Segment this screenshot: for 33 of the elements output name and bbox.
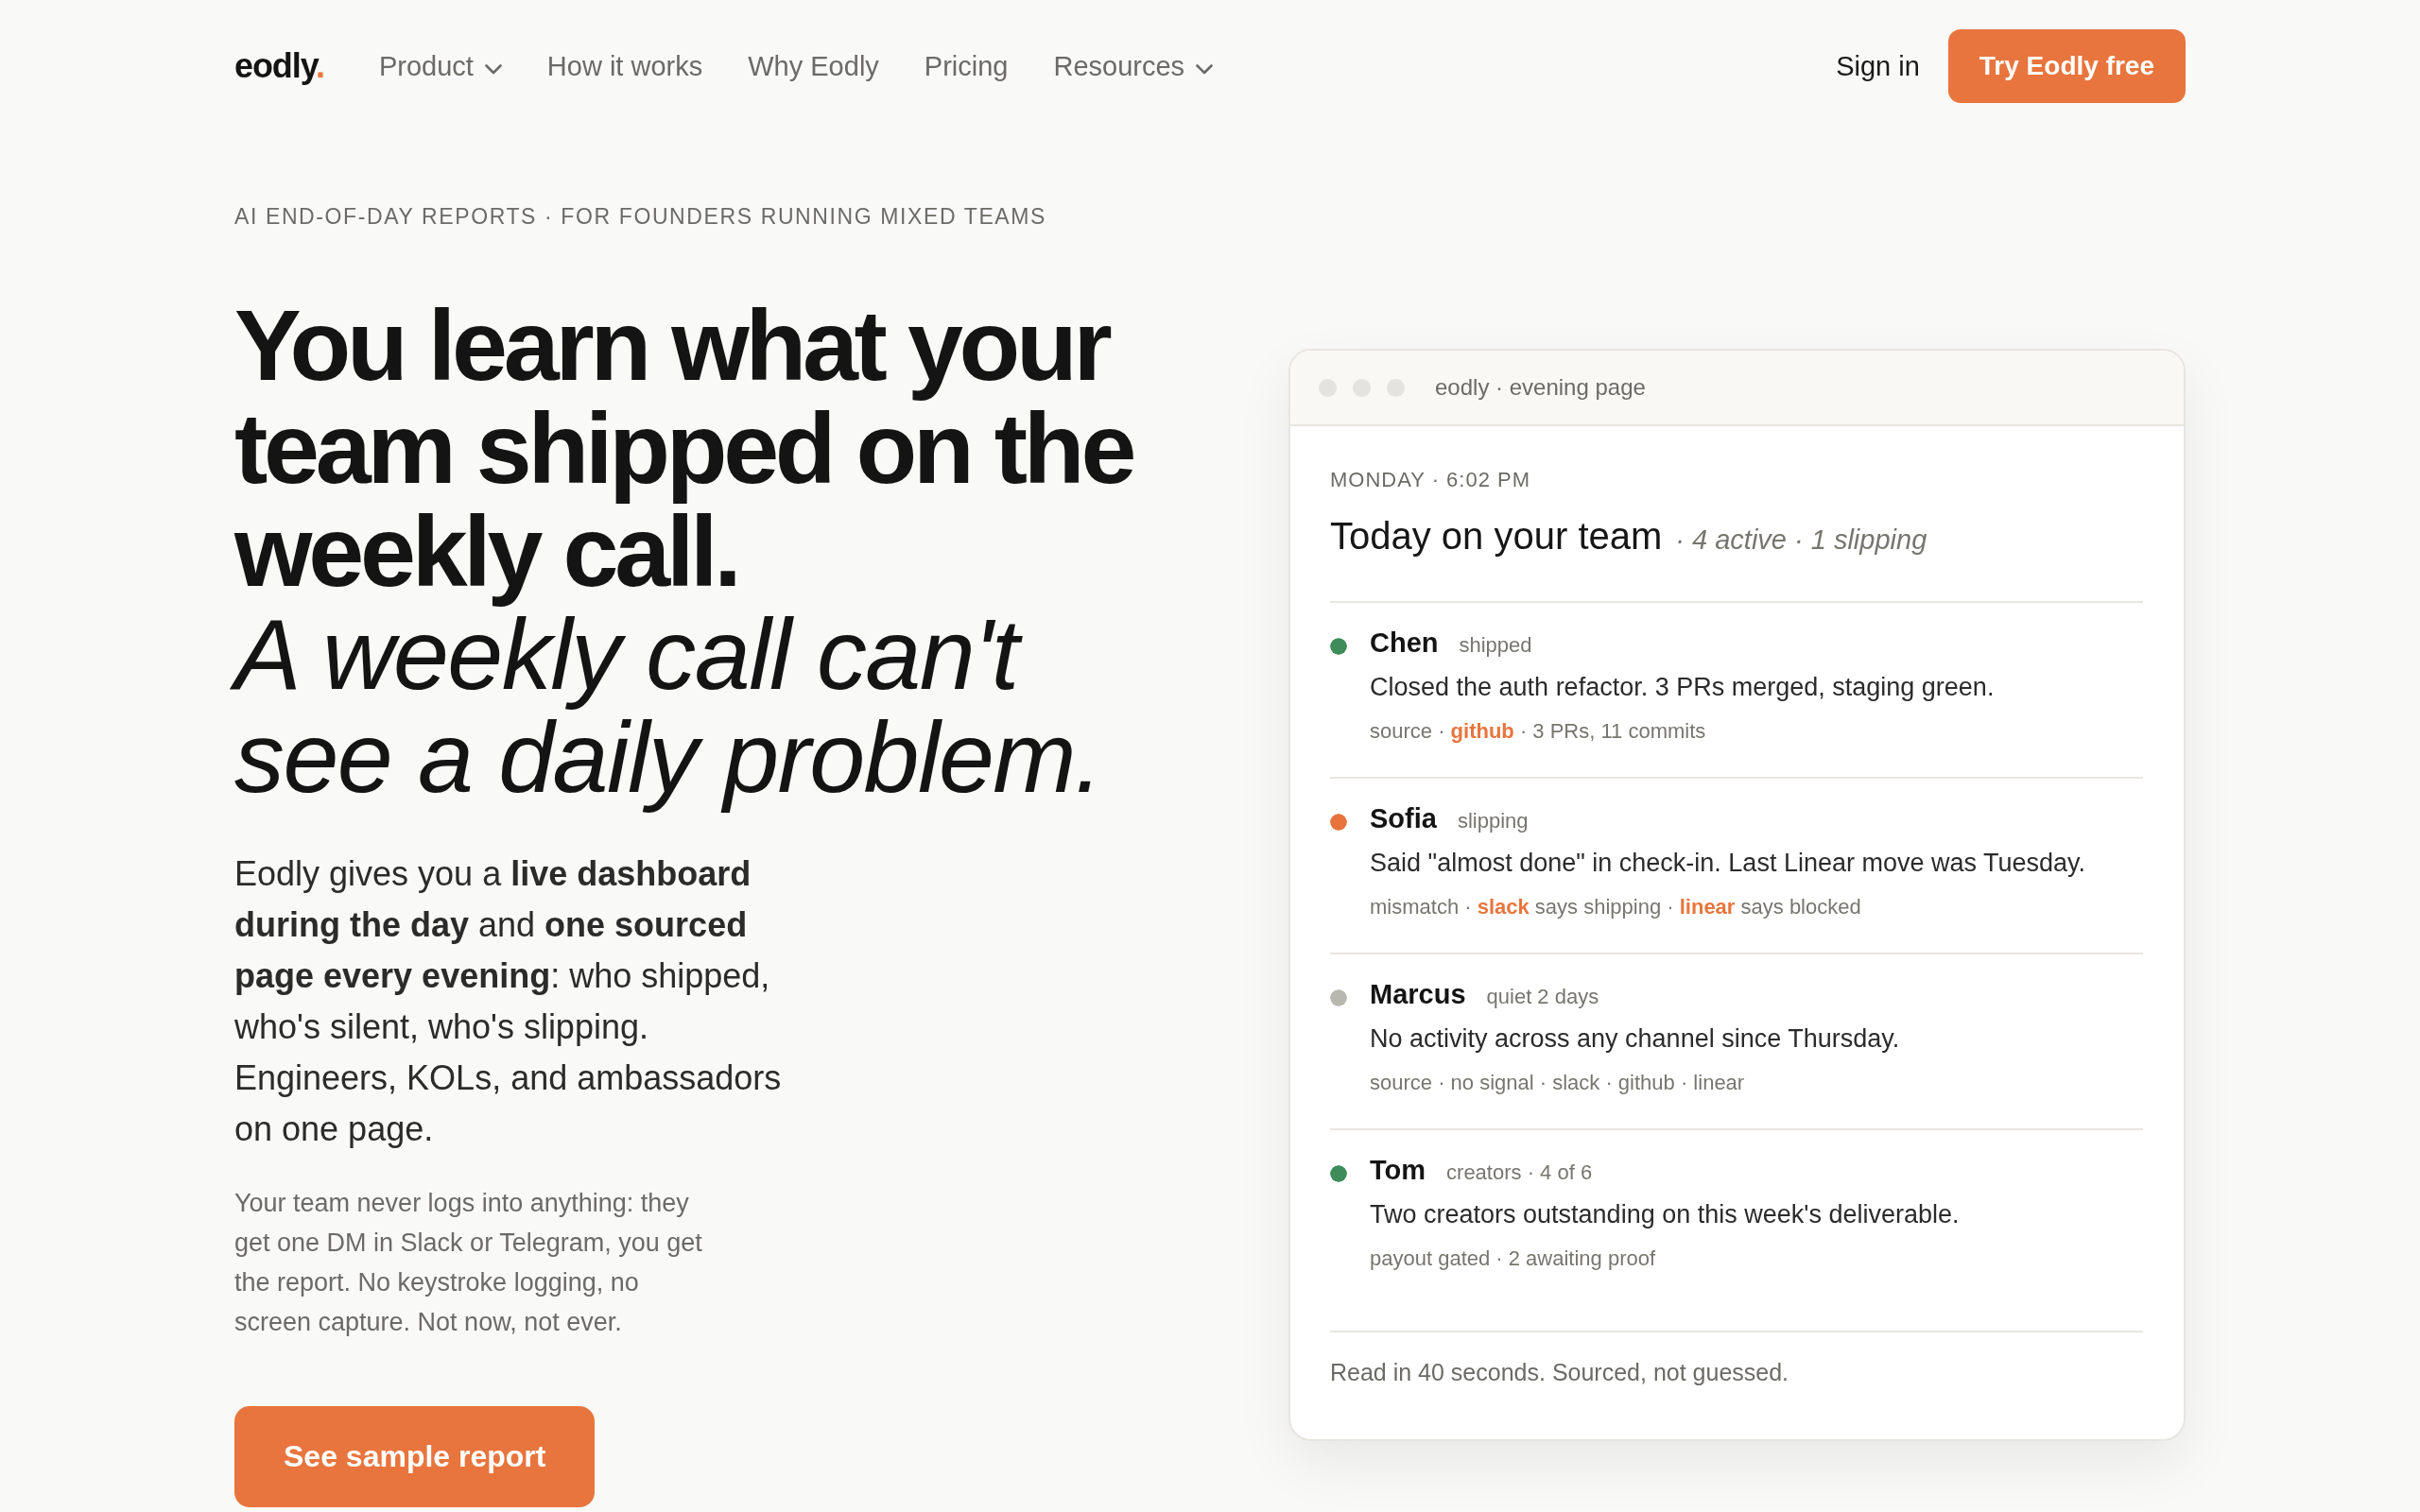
member-status: shipped [1459,632,1532,659]
nav-link[interactable]: Resources [1053,49,1214,83]
team-summary: · 4 active · 1 slipping [1675,524,1927,557]
nav-link[interactable]: How it works [546,49,703,83]
activity-summary: Said "almost done" in check-in. Last Linear move was Tuesday. [1370,848,2087,879]
report-date: MONDAY · 6:02 PM [1330,467,1531,493]
nav-link[interactable]: Why Eodly [748,49,879,83]
window-title: eodly · evening page [1435,373,1646,402]
sign-in-link[interactable]: Sign in [1836,49,1920,83]
activity-summary: Two creators outstanding on this week's deliverable. [1370,1199,1961,1230]
member-name: Chen [1370,627,1439,660]
sample-report-button[interactable]: See sample report [234,1406,596,1507]
member-name: Sofia [1370,802,1437,835]
try-free-button[interactable]: Try Eodly free [1947,29,2186,103]
privacy-note: Your team never logs into anything: they get one DM in Slack or Telegram, you get the report. No keystroke logging, no screen capture. Not now, not ever. [234,1188,703,1338]
tagline: AI END-OF-DAY REPORTS · FOR FOUNDERS RUNNING MIXED TEAMS [234,203,1047,230]
member-status: quiet 2 days [1486,984,1599,1010]
report-heading: Today on your team [1330,514,1663,558]
logo[interactable]: eodly. [234,45,324,87]
source-line: payout gated · 2 awaiting proof [1370,1246,1657,1272]
member-name: Tom [1370,1154,1426,1187]
source-line: mismatch · slack says shipping · linear says blocked [1370,894,1862,920]
source-line: source · github · 3 PRs, 11 commits [1370,718,1707,745]
lead-paragraph: Eodly gives you a live dashboard during the day and one sourced page every evening: who shipped, who's silent, who's slipping. Engineers, KOLs, and ambassadors on one page. [234,853,783,1150]
activity-summary: No activity across any channel since Thursday. [1370,1023,1901,1055]
nav-link[interactable]: Product [378,49,502,83]
report-footer: Read in 40 seconds. Sourced, not guessed. [1330,1332,2143,1388]
nav-link[interactable]: Pricing [924,49,1009,83]
source-line: source · no signal · slack · github · linear [1370,1070,1746,1096]
activity-summary: Closed the auth refactor. 3 PRs merged, staging green. [1370,672,1996,703]
member-name: Marcus [1370,978,1466,1011]
member-status: creators · 4 of 6 [1446,1160,1593,1186]
member-status: slipping [1457,808,1529,834]
